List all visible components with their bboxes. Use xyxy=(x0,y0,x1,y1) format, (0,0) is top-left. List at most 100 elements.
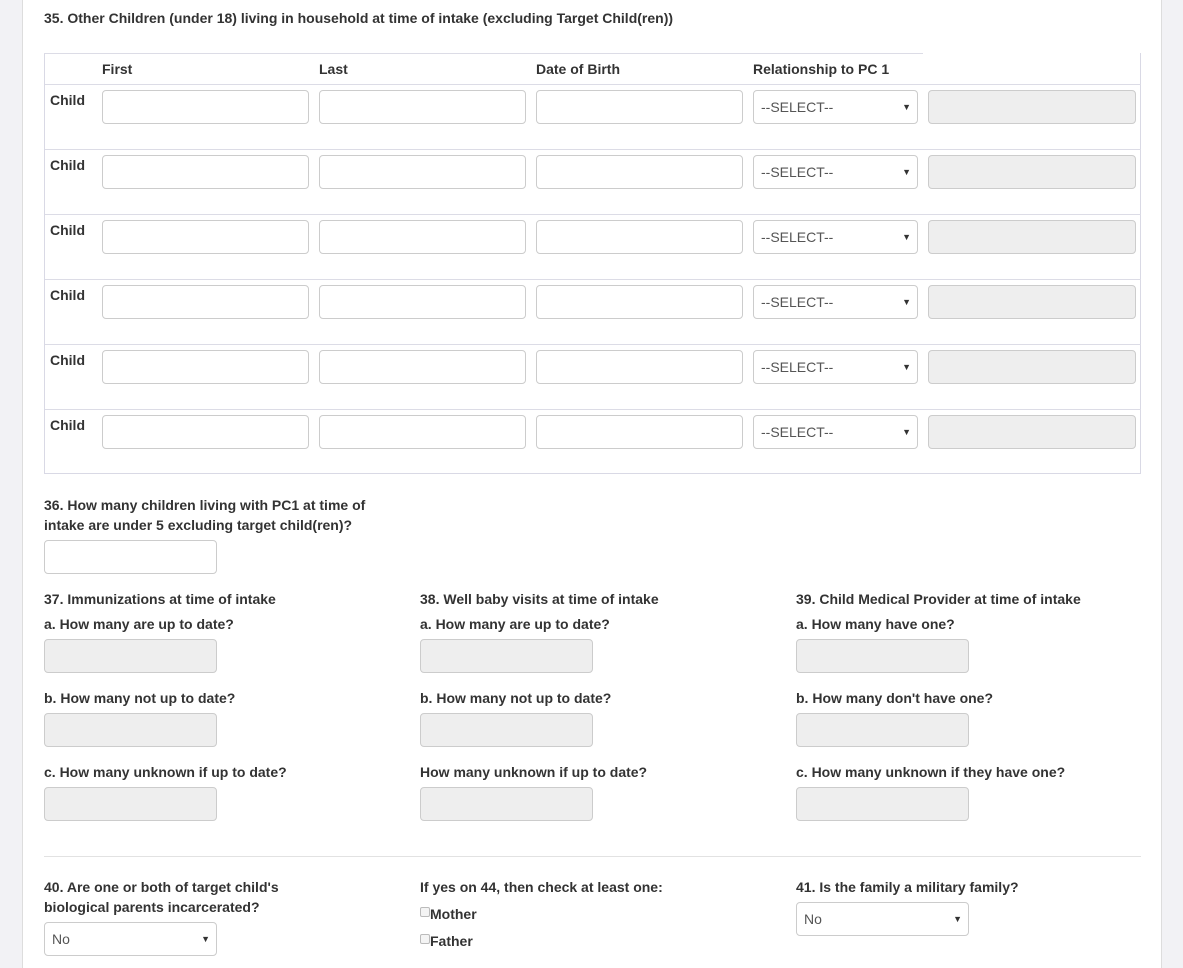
q36-input[interactable] xyxy=(44,540,217,574)
select-value: --SELECT-- xyxy=(761,294,834,310)
select-value: --SELECT-- xyxy=(761,359,834,375)
row-divider xyxy=(45,84,1141,85)
child-dob-input[interactable] xyxy=(536,155,743,189)
mother-label: Mother xyxy=(430,906,477,922)
mother-checkbox-row[interactable]: Mother xyxy=(420,904,477,924)
q40-label-line1: 40. Are one or both of target child's xyxy=(44,879,279,895)
child-dob-input[interactable] xyxy=(536,350,743,384)
checkbox-icon[interactable] xyxy=(420,934,430,944)
q37b-input-disabled xyxy=(44,713,217,747)
q38b-input-disabled xyxy=(420,713,593,747)
header-first: First xyxy=(102,61,133,77)
child-dob-input[interactable] xyxy=(536,90,743,124)
caret-down-icon: ▼ xyxy=(902,232,911,242)
child-first-input[interactable] xyxy=(102,415,309,449)
select-value: --SELECT-- xyxy=(761,229,834,245)
q40-label-line2: biological parents incarcerated? xyxy=(44,899,260,915)
child-row-label: Child xyxy=(50,417,85,433)
father-label: Father xyxy=(430,933,473,949)
q37a-label: a. How many are up to date? xyxy=(44,616,234,632)
row-divider xyxy=(45,344,1141,345)
q37c-input-disabled xyxy=(44,787,217,821)
row-divider xyxy=(45,214,1141,215)
child-row-label: Child xyxy=(50,92,85,108)
child-first-input[interactable] xyxy=(102,155,309,189)
child-relationship-select[interactable]: --SELECT-- ▼ xyxy=(753,220,918,254)
header-last: Last xyxy=(319,61,348,77)
q37c-label: c. How many unknown if up to date? xyxy=(44,764,287,780)
form-page: 35. Other Children (under 18) living in … xyxy=(22,0,1162,968)
q35-title: 35. Other Children (under 18) living in … xyxy=(44,10,674,26)
child-row-label: Child xyxy=(50,287,85,303)
q39a-input-disabled xyxy=(796,639,969,673)
q36-label-line2: intake are under 5 excluding target chil… xyxy=(44,517,353,533)
q39c-label: c. How many unknown if they have one? xyxy=(796,764,1066,780)
child-extra-field-disabled xyxy=(928,285,1136,319)
child-extra-field-disabled xyxy=(928,350,1136,384)
child-relationship-select[interactable]: --SELECT-- ▼ xyxy=(753,155,918,189)
child-relationship-select[interactable]: --SELECT-- ▼ xyxy=(753,350,918,384)
table-top-border xyxy=(44,53,923,54)
caret-down-icon: ▼ xyxy=(201,934,210,944)
child-extra-field-disabled xyxy=(928,155,1136,189)
q38c-label: How many unknown if up to date? xyxy=(420,764,648,780)
header-dob: Date of Birth xyxy=(536,61,620,77)
child-row-label: Child xyxy=(50,222,85,238)
child-dob-input[interactable] xyxy=(536,285,743,319)
child-first-input[interactable] xyxy=(102,220,309,254)
row-divider xyxy=(45,149,1141,150)
child-last-input[interactable] xyxy=(319,90,526,124)
child-relationship-select[interactable]: --SELECT-- ▼ xyxy=(753,285,918,319)
child-first-input[interactable] xyxy=(102,350,309,384)
child-last-input[interactable] xyxy=(319,350,526,384)
caret-down-icon: ▼ xyxy=(902,297,911,307)
q39a-label: a. How many have one? xyxy=(796,616,955,632)
row-divider xyxy=(45,279,1141,280)
q38a-input-disabled xyxy=(420,639,593,673)
q37a-input-disabled xyxy=(44,639,217,673)
q37-title: 37. Immunizations at time of intake xyxy=(44,591,276,607)
select-value: No xyxy=(804,911,822,927)
select-value: --SELECT-- xyxy=(761,99,834,115)
section-divider xyxy=(44,856,1141,857)
caret-down-icon: ▼ xyxy=(902,362,911,372)
child-extra-field-disabled xyxy=(928,220,1136,254)
q38a-label: a. How many are up to date? xyxy=(420,616,610,632)
child-first-input[interactable] xyxy=(102,285,309,319)
q41-select[interactable]: No ▼ xyxy=(796,902,969,936)
q39b-input-disabled xyxy=(796,713,969,747)
caret-down-icon: ▼ xyxy=(953,914,962,924)
select-value: --SELECT-- xyxy=(761,164,834,180)
child-extra-field-disabled xyxy=(928,90,1136,124)
child-relationship-select[interactable]: --SELECT-- ▼ xyxy=(753,415,918,449)
child-extra-field-disabled xyxy=(928,415,1136,449)
caret-down-icon: ▼ xyxy=(902,167,911,177)
caret-down-icon: ▼ xyxy=(902,102,911,112)
q44-title: If yes on 44, then check at least one: xyxy=(420,879,663,895)
header-relationship: Relationship to PC 1 xyxy=(753,61,890,77)
q37b-label: b. How many not up to date? xyxy=(44,690,236,706)
child-last-input[interactable] xyxy=(319,220,526,254)
q38b-label: b. How many not up to date? xyxy=(420,690,612,706)
row-divider xyxy=(45,409,1141,410)
q38-title: 38. Well baby visits at time of intake xyxy=(420,591,659,607)
q39c-input-disabled xyxy=(796,787,969,821)
child-row-label: Child xyxy=(50,157,85,173)
child-last-input[interactable] xyxy=(319,155,526,189)
q36-label-line1: 36. How many children living with PC1 at… xyxy=(44,497,366,513)
child-last-input[interactable] xyxy=(319,415,526,449)
child-dob-input[interactable] xyxy=(536,220,743,254)
children-table: First Last Date of Birth Relationship to… xyxy=(44,53,1141,474)
child-relationship-select[interactable]: --SELECT-- ▼ xyxy=(753,90,918,124)
q39b-label: b. How many don't have one? xyxy=(796,690,994,706)
child-last-input[interactable] xyxy=(319,285,526,319)
select-value: No xyxy=(52,931,70,947)
checkbox-icon[interactable] xyxy=(420,907,430,917)
child-dob-input[interactable] xyxy=(536,415,743,449)
father-checkbox-row[interactable]: Father xyxy=(420,931,473,951)
q40-select[interactable]: No ▼ xyxy=(44,922,217,956)
child-first-input[interactable] xyxy=(102,90,309,124)
child-row-label: Child xyxy=(50,352,85,368)
q38c-input-disabled xyxy=(420,787,593,821)
q39-title: 39. Child Medical Provider at time of in… xyxy=(796,591,1081,607)
